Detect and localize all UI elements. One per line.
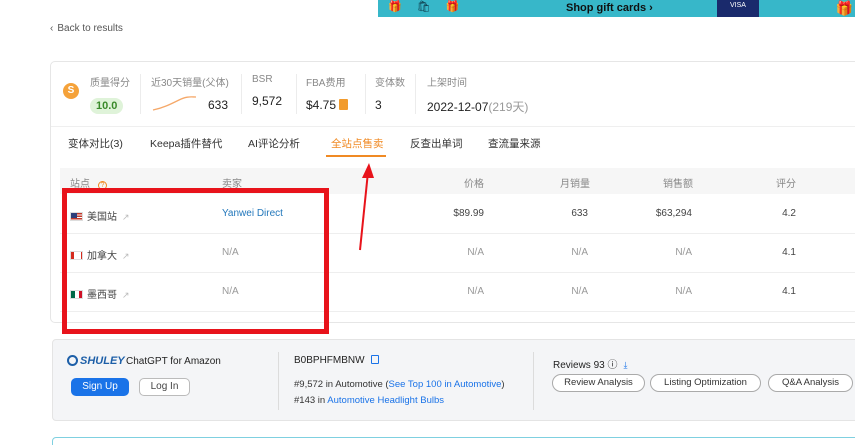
shuley-logo: SHULEY <box>67 355 125 367</box>
quality-score: 质量得分 10.0 <box>90 74 130 114</box>
annotation-highlight-box <box>62 188 329 334</box>
column-header-revenue: 销售额 <box>663 179 693 190</box>
gift-bag-icon: 🎁 <box>835 0 853 16</box>
launch-date-value: 2022-12-07 <box>427 100 489 114</box>
sales-sparkline-icon <box>152 96 197 111</box>
qa-analysis-button[interactable]: Q&A Analysis <box>768 374 853 392</box>
next-panel-edge <box>52 437 855 445</box>
back-to-results-link[interactable]: ‹ Back to results <box>50 23 123 34</box>
sign-up-button[interactable]: Sign Up <box>71 378 129 396</box>
tab-reverse-keywords[interactable]: 反查出单词 <box>410 136 463 151</box>
shuley-logo-icon <box>67 355 78 366</box>
shop-gift-cards-link[interactable]: Shop gift cards › <box>566 2 653 14</box>
launch-days-value: (219天) <box>488 100 529 114</box>
monthly-sales-cell: 633 <box>571 208 588 219</box>
quality-score-badge: 10.0 <box>90 98 124 114</box>
log-in-button[interactable]: Log In <box>139 378 190 396</box>
price-cell: N/A <box>467 286 484 297</box>
price-cell: N/A <box>467 247 484 258</box>
rank-automotive: #9,572 in Automotive (See Top 100 in Aut… <box>294 379 505 390</box>
panel-divider <box>533 352 534 410</box>
bsr-label: BSR <box>252 74 273 85</box>
sales-30-label: 近30天销量(父体) <box>151 78 229 89</box>
revenue-cell: $63,294 <box>655 208 692 219</box>
shuley-tagline: ChatGPT for Amazon <box>126 356 221 367</box>
quality-score-label: 质量得分 <box>90 78 130 89</box>
copy-icon[interactable] <box>370 355 379 364</box>
fba-fee-label: FBA费用 <box>306 78 346 89</box>
monthly-sales-cell: N/A <box>571 247 588 258</box>
fba-fee-value: $4.75 <box>306 98 337 112</box>
analysis-tabs: 变体对比(3) Keepa插件替代 AI评论分析 全站点售卖 反查出单词 查流量… <box>51 126 855 157</box>
rating-cell: 4.1 <box>782 247 796 258</box>
promo-banner[interactable]: 🎁 🛍 🎁 Shop gift cards › VISA 🎁 <box>378 0 855 17</box>
reviews-count: Reviews 93 ⓘ ⤓ <box>553 360 628 371</box>
column-header-monthly-sales: 月销量 <box>560 179 590 190</box>
column-header-rating: 评分 <box>776 179 796 190</box>
calculator-icon[interactable] <box>339 99 349 110</box>
annotation-arrow-icon <box>359 163 374 251</box>
metric-divider <box>140 74 141 114</box>
panel-divider <box>278 352 279 410</box>
info-icon[interactable]: ⓘ <box>607 360 617 371</box>
rating-cell: 4.1 <box>782 286 796 297</box>
plugin-logo-icon: S <box>63 83 79 99</box>
tab-all-marketplaces[interactable]: 全站点售卖 <box>331 136 384 151</box>
tab-variant-compare[interactable]: 变体对比(3) <box>68 136 123 151</box>
shuley-panel: SHULEY ChatGPT for Amazon Sign Up Log In… <box>52 339 855 421</box>
metric-divider <box>296 74 297 114</box>
revenue-cell: N/A <box>675 286 692 297</box>
column-header-price: 价格 <box>464 179 484 190</box>
visa-card-icon: VISA <box>717 0 759 17</box>
fba-fee-metric: FBA费用 $4.75 <box>306 74 349 112</box>
tab-keepa[interactable]: Keepa插件替代 <box>150 136 222 151</box>
metric-divider <box>241 74 242 114</box>
metric-divider <box>415 74 416 114</box>
monthly-sales-cell: N/A <box>571 286 588 297</box>
gift-box-icon: 🎁 🛍 🎁 <box>388 1 466 13</box>
active-tab-indicator <box>326 155 386 157</box>
back-link-label: Back to results <box>57 23 123 34</box>
launch-date-label: 上架时间 <box>427 78 467 89</box>
bsr-metric: BSR 9,572 <box>252 74 282 108</box>
headlight-bulbs-link[interactable]: Automotive Headlight Bulbs <box>327 395 444 406</box>
sales-30-days: 近30天销量(父体) 633 <box>151 74 233 112</box>
revenue-cell: N/A <box>675 247 692 258</box>
top-100-link[interactable]: See Top 100 in Automotive <box>389 379 502 390</box>
bsr-value: 9,572 <box>252 94 283 108</box>
metric-divider <box>365 74 366 114</box>
variant-count-label: 变体数 <box>375 78 405 89</box>
rating-cell: 4.2 <box>782 208 796 219</box>
variant-count-value: 3 <box>375 98 382 112</box>
chevron-left-icon: ‹ <box>50 23 54 34</box>
rank-headlight-bulbs: #143 in Automotive Headlight Bulbs <box>294 395 445 406</box>
asin-label: B0BPHFMBNW <box>294 355 379 366</box>
tab-ai-review[interactable]: AI评论分析 <box>248 136 300 151</box>
price-cell: $89.99 <box>453 208 484 219</box>
tab-traffic-sources[interactable]: 查流量来源 <box>488 136 541 151</box>
review-analysis-button[interactable]: Review Analysis <box>552 374 645 392</box>
launch-date-metric: 上架时间 2022-12-07(219天) <box>427 74 528 115</box>
download-icon[interactable]: ⤓ <box>623 360 627 370</box>
variant-count-metric: 变体数 3 <box>375 74 405 112</box>
listing-optimization-button[interactable]: Listing Optimization <box>650 374 761 392</box>
